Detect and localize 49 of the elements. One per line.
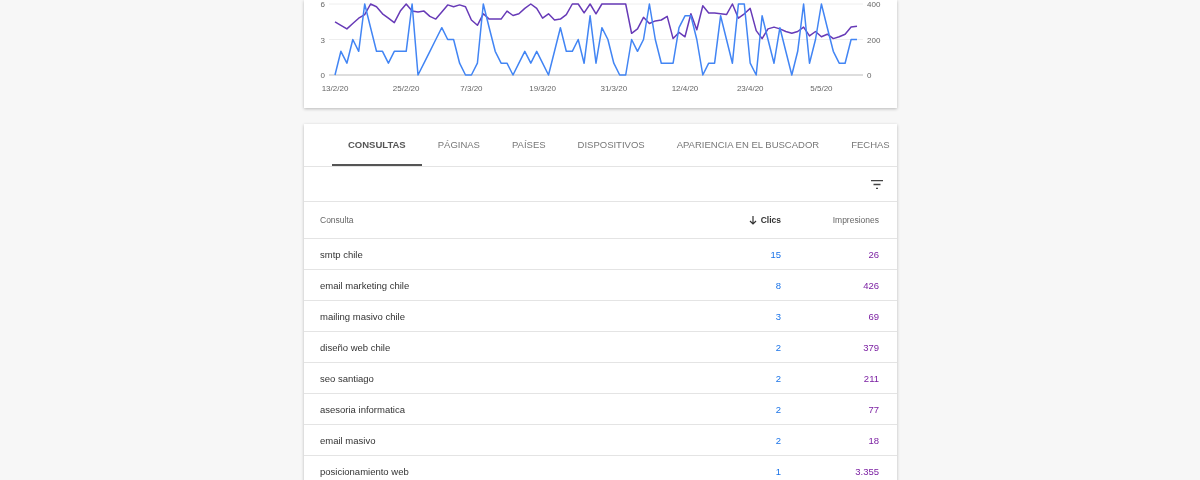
table-cell: 211 [863, 372, 879, 384]
arrow-down-icon [748, 215, 757, 225]
tab[interactable]: PAÍSES [495, 124, 562, 166]
x-axis-label: 31/3/20 [600, 84, 628, 93]
y-axis-label: 0 [867, 71, 872, 80]
table-cell: 77 [868, 403, 879, 415]
table-cell: 3 [775, 310, 781, 322]
table-cell: 1 [775, 465, 781, 477]
table-cell: 18 [868, 434, 879, 446]
tab[interactable]: CONSULTAS [332, 124, 422, 166]
column-header[interactable]: Impresiones [832, 215, 879, 225]
x-axis-label: 25/2/20 [392, 84, 420, 93]
table-cell: email masivo [320, 434, 376, 446]
table-cell: email marketing chile [320, 279, 410, 291]
table-cell: diseño web chile [320, 341, 391, 353]
x-axis-label: 12/4/20 [671, 84, 699, 93]
table-cell: asesoria informatica [320, 403, 405, 415]
table-cell: 426 [863, 279, 879, 291]
x-axis-label: 23/4/20 [736, 84, 764, 93]
table-cell: mailing masivo chile [320, 310, 405, 322]
x-axis-label: 19/3/20 [529, 84, 556, 93]
table-cell: seo santiago [320, 372, 374, 384]
y-axis-label: 400 [867, 0, 881, 9]
column-header[interactable]: Clics [748, 215, 781, 225]
table-cell: 2 [775, 341, 781, 353]
table-cell: 2 [775, 434, 781, 446]
table-cell: 8 [775, 279, 781, 291]
y-axis-label: 3 [320, 35, 325, 45]
tab[interactable]: PÁGINAS [421, 124, 496, 166]
filter-icon[interactable] [871, 179, 883, 189]
tab[interactable]: APARIENCIA EN EL BUSCADOR [660, 124, 836, 166]
x-axis-label: 13/2/20 [321, 84, 349, 93]
tab[interactable]: FECHAS [835, 124, 906, 166]
table-cell: 15 [770, 248, 781, 260]
y-axis-label: 6 [320, 0, 325, 9]
table-cell: 26 [868, 248, 879, 260]
table-cell: 2 [775, 372, 781, 384]
table-cell: posicionamiento web [320, 465, 409, 477]
table-cell: smtp chile [320, 248, 363, 260]
table-cell: 69 [868, 310, 879, 322]
x-axis-label: 7/3/20 [460, 84, 483, 93]
y-axis-label: 200 [867, 35, 881, 45]
table-cell: 379 [863, 341, 879, 353]
table-cell: 3.355 [855, 465, 879, 477]
y-axis-label: 0 [320, 71, 325, 80]
table-cell: 2 [775, 403, 781, 415]
tab[interactable]: DISPOSITIVOS [561, 124, 661, 166]
column-header[interactable]: Consulta [320, 215, 354, 225]
x-axis-label: 5/5/20 [810, 84, 833, 93]
